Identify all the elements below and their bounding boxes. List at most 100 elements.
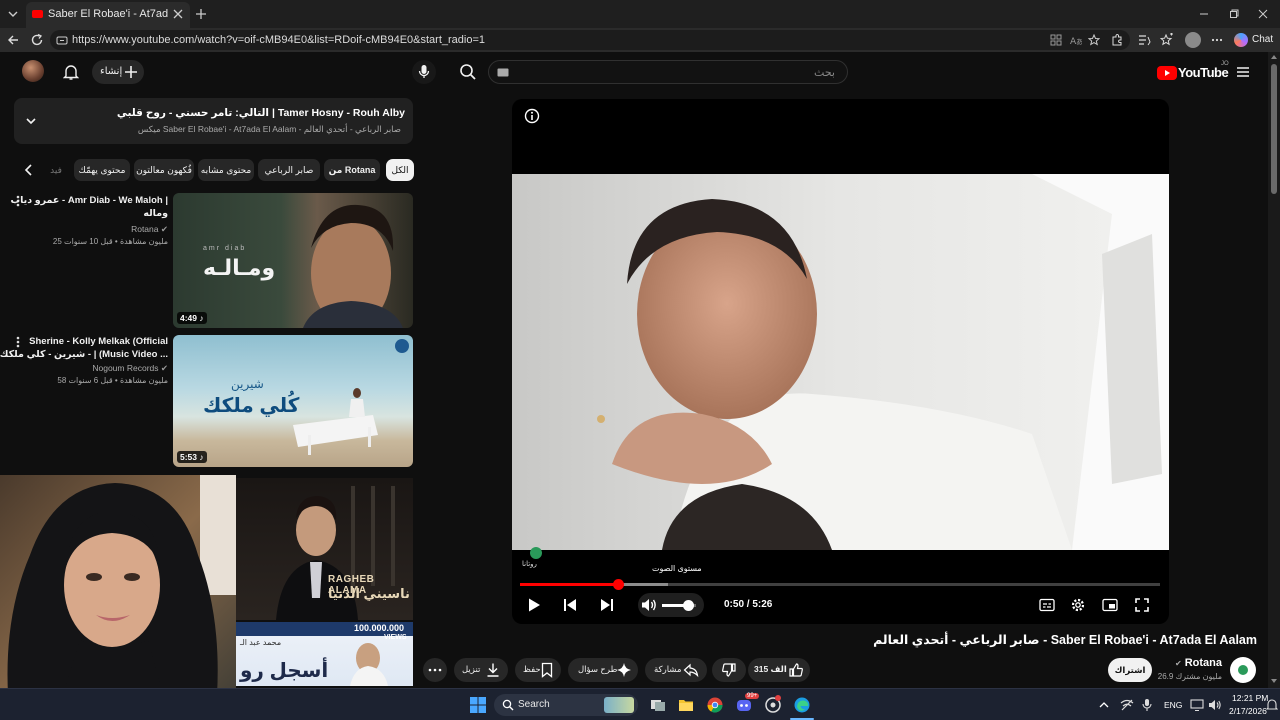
fullscreen-icon[interactable] <box>1134 597 1150 613</box>
scroll-up-icon[interactable] <box>1271 54 1277 60</box>
address-bar[interactable]: https://www.youtube.com/watch?v=oif-cMB9… <box>50 30 1130 50</box>
related-video-1-info[interactable]: عمرو دياب - Amr Diab - We Maloh | وماله … <box>11 194 168 254</box>
channel-name[interactable]: ✔ Rotana <box>1150 657 1222 671</box>
edge-browser-icon[interactable] <box>794 697 810 713</box>
dislike-button[interactable] <box>712 658 746 682</box>
discord-icon[interactable]: 99+ <box>736 693 760 713</box>
speaker-icon[interactable] <box>1208 698 1222 712</box>
language-indicator[interactable]: ENG <box>1164 700 1182 710</box>
download-button[interactable]: تنزيل <box>454 658 508 682</box>
windows-start-icon[interactable] <box>470 697 486 713</box>
subscribe-button[interactable]: اشتراك <box>1108 658 1152 682</box>
chip-7[interactable]: فيد <box>48 159 64 181</box>
chips-scroll-left-icon[interactable] <box>22 163 36 177</box>
translate-icon[interactable]: Aあ <box>1070 34 1082 46</box>
scroll-down-icon[interactable] <box>1271 678 1277 684</box>
rotana-logo-icon <box>530 547 542 559</box>
taskbar-search[interactable]: Search <box>494 694 638 716</box>
volume-icon[interactable] <box>640 597 658 613</box>
like-button[interactable]: 315 الف <box>748 658 810 682</box>
related-video-3-thumbnail[interactable]: RAGHEB ALAMA ناسيني الدنيا <box>236 478 413 620</box>
share-button[interactable]: مشاركة <box>645 658 707 682</box>
progress-bar[interactable] <box>520 579 1160 590</box>
video-2-meta: 58 مليون مشاهدة • قبل 6 سنوات <box>57 376 168 385</box>
chrome-icon[interactable] <box>707 697 723 713</box>
thumbs-up-icon <box>788 662 804 678</box>
create-button[interactable]: إنشاء <box>92 60 144 84</box>
minimize-icon[interactable] <box>1198 8 1210 20</box>
display-icon[interactable] <box>1190 698 1204 712</box>
keyboard-icon[interactable] <box>497 68 509 77</box>
info-icon[interactable] <box>524 108 540 124</box>
subtitles-icon[interactable] <box>1039 598 1055 612</box>
mix-playlist-header[interactable]: التالي: تامر حسني - روح قلبي | Tamer Hos… <box>14 98 413 144</box>
favorites-icon[interactable] <box>1160 33 1174 47</box>
back-icon[interactable] <box>6 33 20 47</box>
chip-related[interactable]: فُكهون معالتون <box>134 159 194 181</box>
youtube-logo[interactable]: YouTube JO <box>1157 61 1243 80</box>
video-2-menu-icon[interactable] <box>14 335 22 349</box>
volume-knob[interactable] <box>683 600 694 611</box>
hamburger-menu-icon[interactable] <box>1236 65 1250 79</box>
chip-similar[interactable]: محتوى مشابه <box>198 159 254 181</box>
volume-slider[interactable] <box>662 600 696 611</box>
network-off-icon[interactable] <box>1120 698 1134 712</box>
extensions-icon[interactable] <box>1110 33 1124 47</box>
save-button[interactable]: حفظ <box>515 658 561 682</box>
copilot-chat-button[interactable]: Chat <box>1232 31 1276 49</box>
notifications-bell-icon[interactable] <box>63 63 79 81</box>
miniplayer-icon[interactable] <box>1102 598 1118 612</box>
notifications-icon[interactable] <box>1266 698 1278 712</box>
voice-search-button[interactable] <box>412 60 436 84</box>
more-horizontal-icon <box>428 667 442 673</box>
profile-avatar-icon[interactable] <box>1185 32 1201 48</box>
browser-tab-active[interactable]: Saber El Robae'i - At7ada El Aalam <box>26 2 190 28</box>
settings-gear-icon[interactable] <box>1070 597 1086 613</box>
chip-all[interactable]: الكل <box>386 159 414 181</box>
reload-icon[interactable] <box>30 33 44 47</box>
tab-list-icon[interactable] <box>6 7 20 21</box>
expand-chevron-icon[interactable] <box>25 115 37 127</box>
search-input[interactable]: بحث <box>488 60 848 84</box>
more-menu-icon[interactable] <box>1210 33 1224 47</box>
clock-date[interactable]: 2/17/2026 <box>1229 706 1267 716</box>
file-explorer-icon[interactable] <box>678 697 694 713</box>
app-available-icon[interactable] <box>1050 34 1062 46</box>
page-scrollbar[interactable] <box>1268 52 1280 688</box>
site-info-icon[interactable] <box>56 34 68 46</box>
close-tab-icon[interactable] <box>172 8 184 20</box>
related-video-4-thumbnail[interactable]: 100.000.000 VIEWS محمد عبد الـ أسجل رو <box>236 622 413 686</box>
chip-saber[interactable]: صابر الرباعي <box>258 159 320 181</box>
steam-like-app-icon[interactable] <box>765 695 781 713</box>
clock-time[interactable]: 12:21 PM <box>1232 693 1268 703</box>
chip-for-you[interactable]: محتوى يهمّك <box>74 159 130 181</box>
favorite-star-icon[interactable] <box>1088 34 1100 46</box>
search-button[interactable] <box>458 62 478 82</box>
tray-overflow-icon[interactable] <box>1098 699 1110 711</box>
microphone-tray-icon[interactable] <box>1142 698 1152 712</box>
next-button[interactable] <box>599 598 615 612</box>
channel-avatar[interactable] <box>1230 657 1256 683</box>
chip-from-rotana[interactable]: من Rotana <box>324 159 380 181</box>
play-button[interactable] <box>526 597 542 613</box>
more-actions-button[interactable] <box>423 658 447 682</box>
video-2-thumb-small: شيرين <box>231 377 264 391</box>
video-player[interactable]: روتانا مستوى الصوت 0:50 / 5:26 <box>512 99 1169 624</box>
related-video-1-thumbnail[interactable]: ومـالـه amr diab 4:49 ♪ <box>173 193 413 328</box>
volume-control[interactable] <box>638 593 704 617</box>
previous-button[interactable] <box>562 598 578 612</box>
related-video-2-info[interactable]: Sherine - Kolly Melkak (Official شيرين -… <box>0 335 168 395</box>
new-tab-icon[interactable] <box>194 7 208 21</box>
ask-question-button[interactable]: طرح سؤال <box>568 658 638 682</box>
verified-icon: ✔ <box>160 363 168 373</box>
collections-icon[interactable] <box>1137 33 1151 47</box>
progress-scrubber[interactable] <box>613 579 624 590</box>
close-window-icon[interactable] <box>1257 8 1269 20</box>
plus-icon <box>124 65 138 79</box>
account-avatar[interactable] <box>22 60 44 82</box>
related-video-2-thumbnail[interactable]: شيرين كُلي ملكك 5:53 ♪ <box>173 335 413 467</box>
scroll-thumb[interactable] <box>1271 64 1277 194</box>
notification-dot <box>775 695 781 701</box>
task-view-icon[interactable] <box>650 697 666 713</box>
restore-icon[interactable] <box>1228 8 1240 20</box>
